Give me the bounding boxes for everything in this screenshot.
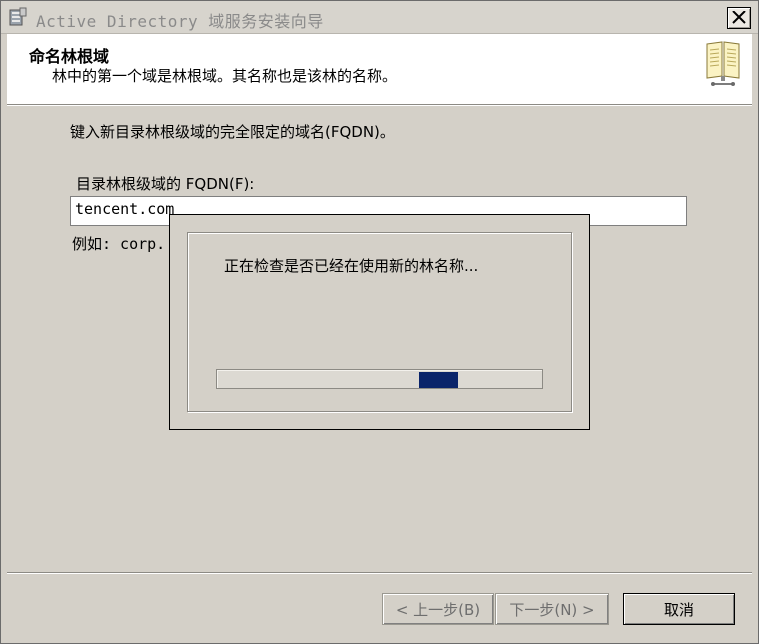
close-button[interactable] xyxy=(727,7,751,29)
fqdn-label: 目录林根级域的 FQDN(F): xyxy=(76,175,255,193)
progress-bar xyxy=(216,369,543,389)
page-title: 命名林根域 xyxy=(29,47,110,66)
progress-message: 正在检查是否已经在使用新的林名称... xyxy=(224,257,479,275)
back-button[interactable]: < 上一步(B) xyxy=(382,593,494,625)
title-bar[interactable]: Active Directory 域服务安装向导 xyxy=(1,1,758,34)
close-icon xyxy=(732,11,746,24)
window-title: Active Directory 域服务安装向导 xyxy=(36,12,324,31)
cancel-button[interactable]: 取消 xyxy=(623,593,735,625)
wizard-window: Active Directory 域服务安装向导 命名林根域 林中的第一个域是林… xyxy=(0,0,759,644)
next-button[interactable]: 下一步(N) > xyxy=(495,593,609,625)
instruction-text: 键入新目录林根级域的完全限定的域名(FQDN)。 xyxy=(70,123,395,141)
example-text: 例如: corp. xyxy=(72,235,166,253)
book-icon xyxy=(706,41,740,86)
server-app-icon xyxy=(9,7,27,26)
wizard-header: 命名林根域 林中的第一个域是林根域。其名称也是该林的名称。 xyxy=(7,34,752,105)
footer-divider xyxy=(7,572,752,573)
progress-bar-fill xyxy=(419,372,458,388)
progress-dialog: 正在检查是否已经在使用新的林名称... xyxy=(169,214,590,430)
page-subtitle: 林中的第一个域是林根域。其名称也是该林的名称。 xyxy=(52,67,398,85)
progress-panel: 正在检查是否已经在使用新的林名称... xyxy=(187,232,572,412)
header-divider xyxy=(7,105,752,106)
